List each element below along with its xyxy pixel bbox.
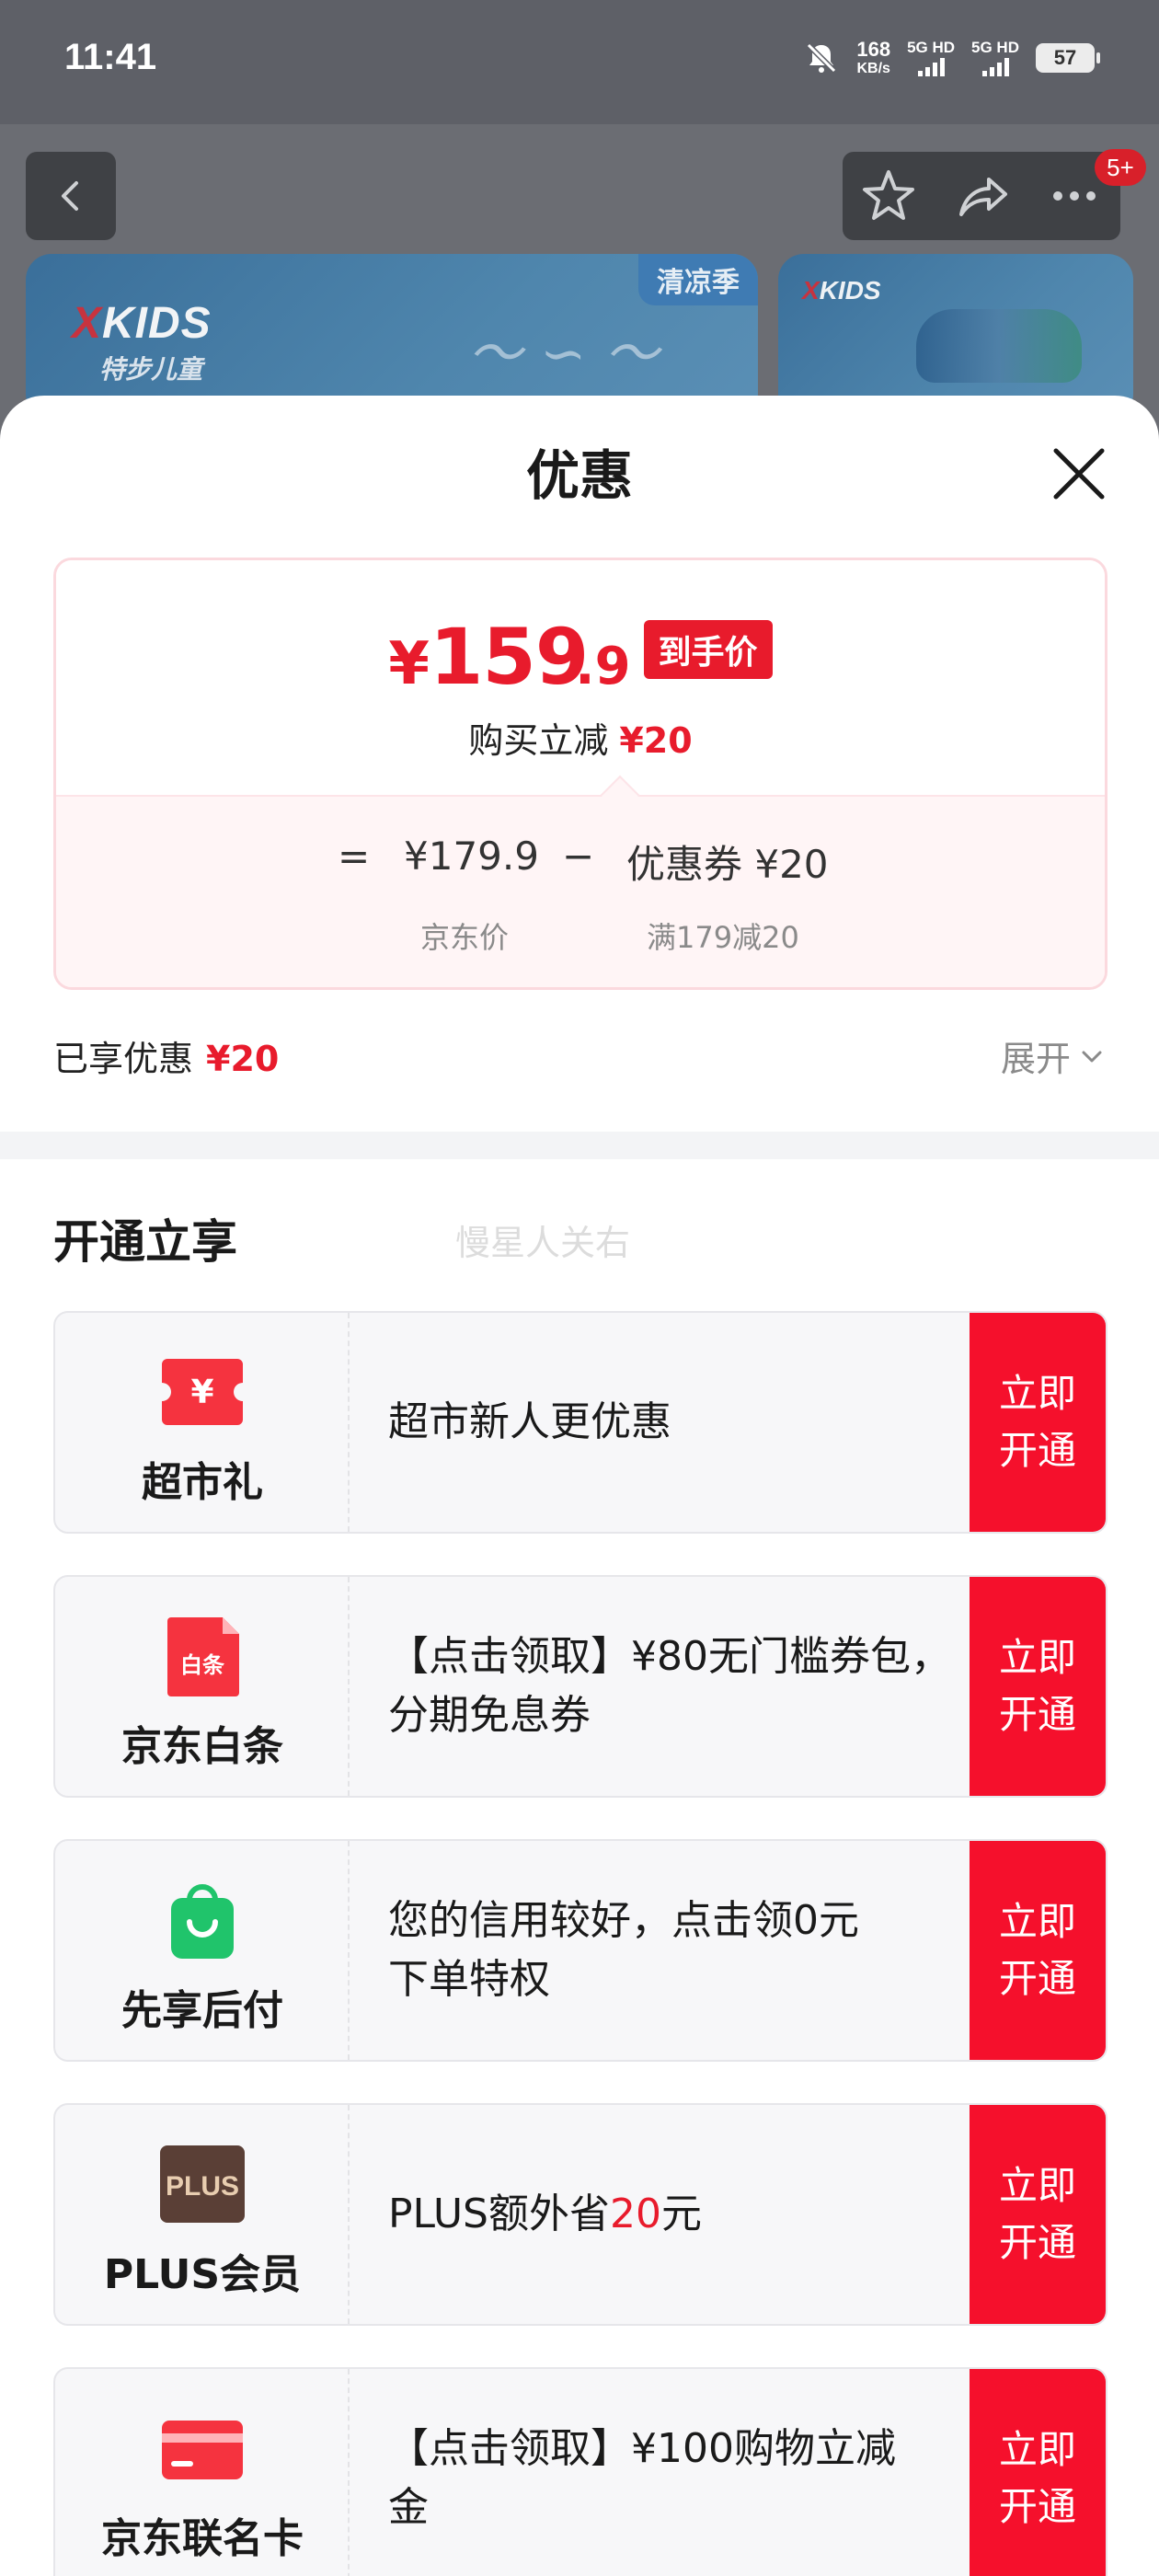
brand-logo-small: XKIDS — [802, 276, 881, 305]
price-formula: = ¥179.9 − 优惠券 ¥20 京东价 满179减20 — [56, 795, 1105, 987]
network-speed: 168 KB/s — [856, 38, 891, 76]
shopping-bag-icon — [171, 1884, 234, 1959]
svg-text:白条: 白条 — [180, 1652, 225, 1678]
benefit-name: 先享后付 — [121, 1987, 283, 2034]
mute-bell-icon — [807, 42, 837, 74]
open-now-button[interactable]: 立即 开通 — [970, 1841, 1106, 2060]
benefit-desc: 超市新人更优惠 — [388, 1398, 671, 1445]
benefit-desc: 【点击领取】¥80无门槛券包， 分期免息券 — [388, 1633, 951, 1739]
supermarket-coupon-icon: ¥ — [162, 1359, 243, 1425]
jd-price-label: 京东价 — [420, 920, 510, 955]
status-icons: 168 KB/s 5G HD 5G HD 57 — [803, 35, 1100, 81]
watermark: 慢星人关右 — [455, 1223, 631, 1263]
chevron-down-icon — [1082, 1051, 1102, 1062]
section-divider — [0, 1132, 1159, 1159]
coupon-value: 优惠券 ¥20 — [626, 842, 829, 887]
benefit-card-plus[interactable]: PLUS PLUS会员 PLUS额外省 20 元 立即 开通 — [53, 2103, 1107, 2326]
coupon-label: 满179减20 — [647, 920, 799, 955]
final-price: ¥159.9 到手价 — [56, 612, 1105, 702]
discount-sheet: 优惠 ¥159.9 到手价 购买立减 ¥20 = ¥179.9 − 优惠券 ¥20… — [0, 396, 1159, 2576]
expand-toggle[interactable]: 展开 — [1001, 1030, 1106, 1081]
product-banner-main[interactable]: XKIDS 特步儿童 清凉季 ～ ∽ ～ — [26, 254, 758, 420]
battery-icon: 57 — [1036, 43, 1100, 73]
plus-icon: PLUS — [160, 2145, 245, 2223]
back-button[interactable] — [26, 152, 116, 240]
open-now-button[interactable]: 立即 开通 — [970, 2105, 1106, 2324]
benefit-card-supermarket[interactable]: ¥ 超市礼 超市新人更优惠 立即 开通 — [53, 1311, 1107, 1534]
open-now-button[interactable]: 立即 开通 — [970, 1313, 1106, 1532]
benefit-desc: 【点击领取】¥100购物立减金 — [388, 2425, 896, 2531]
status-bar: 11:41 168 KB/s 5G HD 5G HD 57 — [0, 0, 1159, 124]
svg-text:PLUS: PLUS — [166, 2171, 239, 2202]
credit-card-icon — [162, 2421, 243, 2479]
instant-reduce: 购买立减 ¥20 — [468, 720, 693, 761]
chevron-left-icon — [62, 181, 78, 211]
benefit-name: PLUS会员 — [103, 2251, 302, 2298]
status-time: 11:41 — [64, 37, 157, 77]
benefit-name: 京东联名卡 — [101, 2515, 304, 2562]
product-top-nav — [0, 152, 1159, 244]
more-dots-icon[interactable] — [1045, 167, 1104, 225]
more-badge: 5+ — [1095, 149, 1146, 186]
benefit-desc: 您的信用较好，点击领0元 下单特权 — [388, 1897, 859, 2003]
benefit-name: 超市礼 — [142, 1459, 263, 1506]
banner-script-art: ～ ∽ ～ — [467, 322, 660, 386]
enjoyed-discount: 已享优惠 ¥20 — [53, 1039, 280, 1079]
jd-price-value: ¥179.9 — [404, 834, 539, 879]
brand-logo: XKIDS — [72, 299, 212, 348]
signal-sim2-icon: 5G HD — [971, 40, 1019, 76]
open-now-button[interactable]: 立即 开通 — [970, 2369, 1106, 2576]
benefit-card-pay-later[interactable]: 先享后付 您的信用较好，点击领0元 下单特权 立即 开通 — [53, 1839, 1107, 2062]
nav-actions — [843, 152, 1120, 240]
shoe-image — [916, 309, 1082, 383]
close-icon[interactable] — [1047, 442, 1111, 506]
section-title: 开通立享 — [53, 1215, 237, 1269]
open-now-button[interactable]: 立即 开通 — [970, 1577, 1106, 1796]
svg-text:¥: ¥ — [190, 1374, 213, 1411]
season-tag: 清凉季 — [638, 254, 758, 305]
benefit-desc: PLUS额外省 20 元 — [388, 2191, 702, 2237]
benefit-name: 京东白条 — [121, 1723, 283, 1770]
baitiao-icon: 白条 — [167, 1617, 239, 1696]
final-price-tag: 到手价 — [643, 620, 773, 679]
benefit-card-baitiao[interactable]: 白条 京东白条 【点击领取】¥80无门槛券包， 分期免息券 立即 开通 — [53, 1575, 1107, 1798]
signal-sim1-icon: 5G HD — [907, 40, 955, 76]
star-icon[interactable] — [859, 167, 918, 225]
brand-sub: 特步儿童 — [99, 354, 203, 385]
product-banner-thumb[interactable]: XKIDS — [778, 254, 1133, 420]
benefit-card-co-branded[interactable]: 京东联名卡 【点击领取】¥100购物立减金 立即 开通 — [53, 2367, 1107, 2576]
price-summary: ¥159.9 到手价 购买立减 ¥20 = ¥179.9 − 优惠券 ¥20 京东… — [53, 558, 1107, 990]
sheet-title: 优惠 — [525, 444, 633, 507]
share-icon[interactable] — [952, 167, 1011, 225]
